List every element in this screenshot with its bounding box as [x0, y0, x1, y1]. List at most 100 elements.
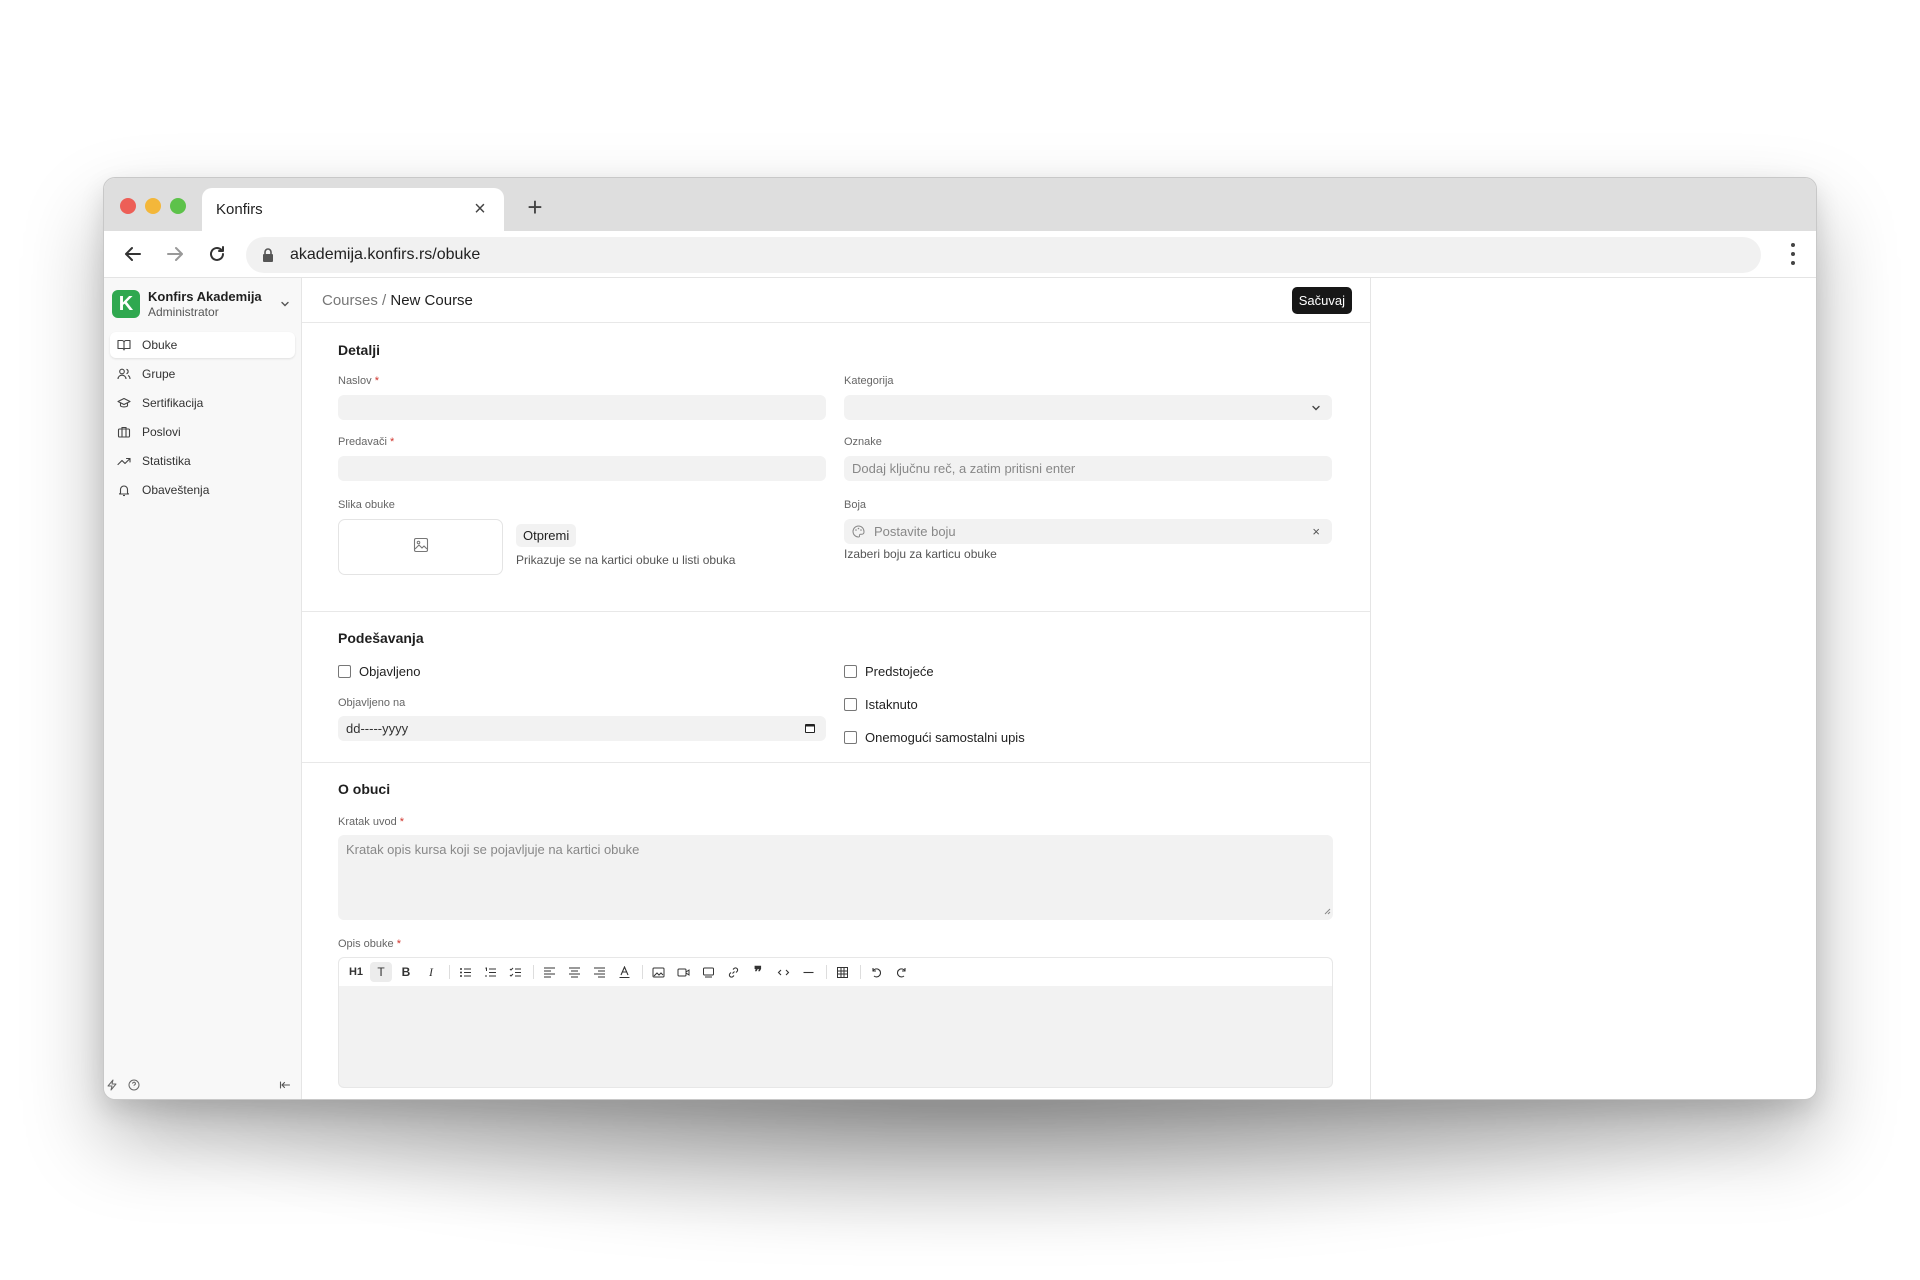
bullet-list-icon[interactable] — [454, 962, 476, 982]
brand-role: Administrator — [148, 305, 219, 319]
close-window-button[interactable] — [120, 198, 136, 214]
align-center-icon[interactable] — [563, 962, 585, 982]
tab-close-icon[interactable]: × — [470, 198, 490, 221]
kategorija-label: Kategorija — [844, 375, 894, 387]
image-icon — [413, 537, 429, 558]
breadcrumb-current: New Course — [390, 291, 473, 309]
objavljeno-checkbox[interactable] — [338, 665, 351, 678]
image-upload-dropzone[interactable] — [338, 519, 503, 575]
predavaci-label-text: Predavači — [338, 436, 387, 448]
section-title: Podešavanja — [338, 630, 424, 646]
sidebar-item-statistika[interactable]: Statistika — [110, 448, 295, 474]
sidebar-footer — [104, 1077, 301, 1093]
briefcase-icon — [116, 424, 132, 440]
back-arrow-icon[interactable] — [118, 239, 148, 269]
naslov-label: Naslov * — [338, 375, 379, 387]
sidebar-item-sertifikacija[interactable]: Sertifikacija — [110, 390, 295, 416]
sidebar-item-obuke[interactable]: Obuke — [110, 332, 295, 358]
oznake-input[interactable]: Dodaj ključnu reč, a zatim pritisni ente… — [844, 456, 1332, 481]
sidebar: K Konfirs Akademija Administrator Obuke — [104, 278, 302, 1099]
editor-toolbar-wrap: H1 T B I ❞ — [302, 957, 1370, 986]
breadcrumb: Courses / New Course — [322, 292, 473, 309]
kratak-placeholder: Kratak opis kursa koji se pojavljuje na … — [346, 842, 640, 857]
toolbar-divider — [449, 965, 450, 979]
table-icon[interactable] — [831, 962, 853, 982]
collapse-sidebar-icon[interactable] — [277, 1077, 293, 1093]
upload-button[interactable]: Otpremi — [516, 524, 577, 547]
predstojece-checkbox[interactable] — [844, 665, 857, 678]
section-title: Detalji — [338, 342, 381, 358]
link-icon[interactable] — [722, 962, 744, 982]
app: K Konfirs Akademija Administrator Obuke — [104, 278, 1816, 1099]
redo-icon[interactable] — [890, 962, 912, 982]
opis-obuke-label: Opis obuke * — [338, 938, 401, 950]
kategorija-select[interactable] — [844, 395, 1332, 420]
embed-icon[interactable] — [697, 962, 719, 982]
tab-title: Konfirs — [216, 201, 263, 218]
lightning-icon[interactable] — [104, 1077, 120, 1093]
align-right-icon[interactable] — [588, 962, 610, 982]
istaknuto-checkbox-row[interactable]: Istaknuto — [844, 697, 918, 712]
resize-handle-icon[interactable] — [1323, 903, 1331, 918]
blockquote-icon[interactable]: ❞ — [747, 962, 769, 982]
onemoguci-checkbox[interactable] — [844, 731, 857, 744]
align-left-icon[interactable] — [538, 962, 560, 982]
browser-menu-icon[interactable] — [1788, 241, 1798, 267]
clear-color-icon[interactable]: × — [1312, 524, 1320, 539]
objavljeno-checkbox-row[interactable]: Objavljeno — [338, 664, 420, 679]
upload-hint: Prikazuje se na kartici obuke u listi ob… — [516, 553, 736, 567]
naslov-input[interactable] — [338, 395, 826, 420]
breadcrumb-courses[interactable]: Courses — [322, 292, 378, 309]
toolbar-divider — [860, 965, 861, 979]
onemoguci-label: Onemogući samostalni upis — [865, 730, 1025, 745]
checklist-icon[interactable] — [504, 962, 526, 982]
url-text: akademija.konfirs.rs/obuke — [290, 246, 481, 263]
numbered-list-icon[interactable] — [479, 962, 501, 982]
details-section: Detalji Naslov * Kategorija Predavači * … — [302, 323, 1370, 612]
sidebar-item-obavestenja[interactable]: Obaveštenja — [110, 477, 295, 503]
minimize-window-button[interactable] — [145, 198, 161, 214]
maximize-window-button[interactable] — [170, 198, 186, 214]
horizontal-rule-icon[interactable] — [797, 962, 819, 982]
kratak-uvod-textarea[interactable]: Kratak opis kursa koji se pojavljuje na … — [338, 835, 1333, 920]
about-section: O obuci Kratak uvod * Kratak opis kursa … — [302, 763, 1370, 1099]
objavljeno-na-date-input[interactable]: dd-----yyyy — [338, 716, 826, 741]
book-open-icon — [116, 337, 132, 353]
insert-image-icon[interactable] — [647, 962, 669, 982]
save-button[interactable]: Sačuvaj — [1291, 286, 1352, 314]
sidebar-item-label: Sertifikacija — [142, 396, 204, 410]
chevron-down-icon — [277, 298, 293, 310]
sidebar-item-label: Obuke — [142, 338, 178, 352]
palette-icon — [852, 525, 865, 541]
font-color-icon[interactable] — [613, 962, 635, 982]
new-tab-icon[interactable]: + — [522, 192, 548, 223]
opis-obuke-editor[interactable] — [338, 986, 1333, 1088]
sidebar-item-grupe[interactable]: Grupe — [110, 361, 295, 387]
workspace-switcher[interactable]: K Konfirs Akademija Administrator — [104, 278, 301, 326]
browser-tab[interactable]: Konfirs × — [202, 188, 504, 231]
help-icon[interactable] — [126, 1077, 142, 1093]
kratak-label-text: Kratak uvod — [338, 816, 397, 828]
calendar-icon[interactable] — [804, 722, 816, 737]
users-icon — [116, 366, 132, 382]
predstojece-checkbox-row[interactable]: Predstojeće — [844, 664, 934, 679]
onemoguci-checkbox-row[interactable]: Onemogući samostalni upis — [844, 730, 1025, 745]
chevron-down-icon — [1310, 402, 1322, 417]
boja-label: Boja — [844, 499, 867, 511]
istaknuto-checkbox[interactable] — [844, 698, 857, 711]
insert-video-icon[interactable] — [672, 962, 694, 982]
address-bar[interactable]: akademija.konfirs.rs/obuke — [246, 237, 1761, 273]
sidebar-item-poslovi[interactable]: Poslovi — [110, 419, 295, 445]
undo-icon[interactable] — [865, 962, 887, 982]
text-style-button[interactable]: T — [370, 962, 392, 982]
boja-input[interactable]: Postavite boju × — [844, 519, 1332, 544]
predavaci-input[interactable] — [338, 456, 826, 481]
italic-button[interactable]: I — [420, 962, 442, 982]
forward-arrow-icon[interactable] — [160, 239, 190, 269]
reload-icon[interactable] — [202, 239, 232, 269]
bold-button[interactable]: B — [395, 962, 417, 982]
brand-name: Konfirs Akademija — [148, 289, 262, 304]
code-icon[interactable] — [772, 962, 794, 982]
sidebar-item-label: Poslovi — [142, 425, 181, 439]
heading-button[interactable]: H1 — [345, 962, 367, 982]
